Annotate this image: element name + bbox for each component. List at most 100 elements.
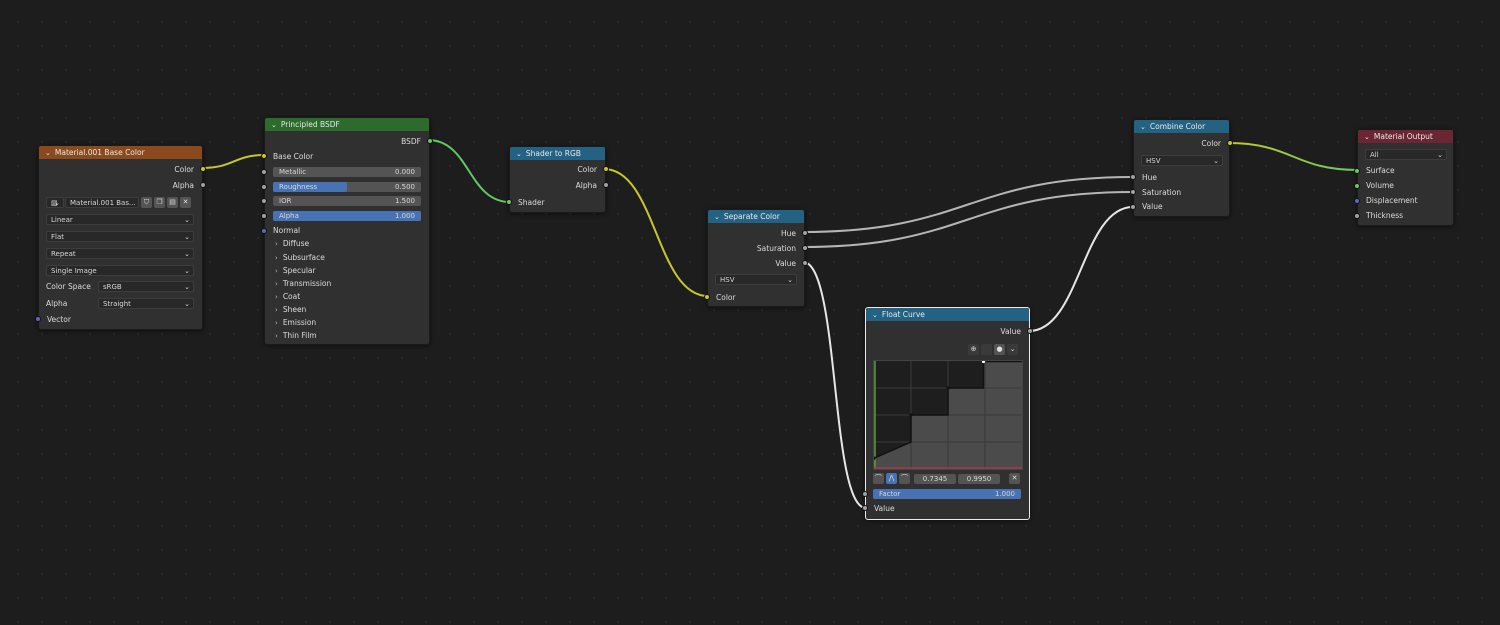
panel-sheen[interactable]: › Sheen xyxy=(275,305,306,314)
curve-graph[interactable] xyxy=(873,360,1023,470)
pack-icon[interactable]: ▤ xyxy=(167,197,178,208)
input-factor-socket[interactable] xyxy=(862,491,868,497)
input-shader-socket[interactable] xyxy=(506,199,512,205)
node-header[interactable]: ⌄ Material.001 Base Color xyxy=(39,146,202,159)
input-value-label: Value xyxy=(1142,202,1163,211)
principled-bsdf-node[interactable]: ⌄ Principled BSDF BSDF Base Color Metalli… xyxy=(261,117,433,345)
point-y-field[interactable]: 0.9950 xyxy=(958,474,1000,484)
curve-control-point[interactable] xyxy=(946,386,950,390)
input-color-socket[interactable] xyxy=(704,294,710,300)
source-dropdown[interactable]: Single Image ⌄ xyxy=(46,265,194,276)
node-header[interactable]: ⌄ Separate Color xyxy=(708,210,804,223)
panel-diffuse[interactable]: › Diffuse xyxy=(275,239,309,248)
auto-clamped-handle-icon[interactable]: ⌒ xyxy=(899,473,910,484)
combine-color-node[interactable]: ⌄ Combine Color Color HSV ⌄ Hue Saturation… xyxy=(1130,119,1233,217)
input-volume-socket[interactable] xyxy=(1354,183,1360,189)
node-header[interactable]: ⌄ Combine Color xyxy=(1134,120,1229,133)
output-color-socket[interactable] xyxy=(1227,140,1233,146)
node-title: Separate Color xyxy=(723,212,780,221)
shader-to-rgb-node[interactable]: ⌄ Shader to RGB Color Alpha Shader xyxy=(506,146,609,213)
output-alpha-socket[interactable] xyxy=(200,182,206,188)
ior-field[interactable]: IOR 1.500 xyxy=(273,196,421,206)
alpha-slider[interactable]: Alpha 1.000 xyxy=(273,211,421,221)
collapse-chevron-icon[interactable]: ⌄ xyxy=(516,148,522,160)
input-saturation-socket[interactable] xyxy=(1130,189,1136,195)
chevron-right-icon: › xyxy=(275,240,278,248)
panel-specular[interactable]: › Specular xyxy=(275,266,316,275)
auto-handle-icon[interactable]: ⌒ xyxy=(873,473,884,484)
node-header[interactable]: ⌄ Material Output xyxy=(1358,130,1453,143)
output-value-socket[interactable] xyxy=(1027,328,1033,334)
material-output-node[interactable]: ⌄ Material Output All ⌄ Surface Volume Dis… xyxy=(1354,129,1454,226)
node-header[interactable]: ⌄ Shader to RGB xyxy=(510,147,605,160)
input-normal-socket[interactable] xyxy=(261,228,267,234)
handle-type-icon[interactable]: ● xyxy=(994,344,1005,355)
curve-control-point[interactable] xyxy=(981,360,986,364)
delete-point-icon[interactable]: ✕ xyxy=(1009,473,1020,484)
node-header[interactable]: ⌄ Float Curve xyxy=(866,308,1029,321)
input-roughness-socket[interactable] xyxy=(261,184,267,190)
close-icon[interactable]: ✕ xyxy=(180,197,191,208)
collapse-chevron-icon[interactable]: ⌄ xyxy=(1140,121,1146,133)
float-curve-node[interactable]: ⌄ Float Curve Value ⊕ ● ⌄ ⌒ ⋀ ⌒ 0.7345 0.… xyxy=(862,307,1033,520)
curve-control-point[interactable] xyxy=(909,413,913,417)
input-hue-socket[interactable] xyxy=(1130,174,1136,180)
image-name-field[interactable]: Material.001 Bas... xyxy=(65,197,139,208)
node-header[interactable]: ⌄ Principled BSDF xyxy=(265,118,429,131)
input-base-color-socket[interactable] xyxy=(261,153,267,159)
node-title: Principled BSDF xyxy=(280,120,340,129)
chevron-down-icon[interactable]: ⌄ xyxy=(1007,344,1018,355)
input-value-socket[interactable] xyxy=(862,505,868,511)
separate-color-node[interactable]: ⌄ Separate Color Hue Saturation Value HSV… xyxy=(704,209,808,307)
output-alpha-socket[interactable] xyxy=(603,182,609,188)
image-texture-node[interactable]: ⌄ Material.001 Base Color Color Alpha ▨ ⌄ … xyxy=(35,145,206,330)
mode-dropdown[interactable]: HSV ⌄ xyxy=(715,274,797,285)
vector-handle-icon[interactable]: ⋀ xyxy=(886,473,897,484)
output-saturation-socket[interactable] xyxy=(802,245,808,251)
input-value-socket[interactable] xyxy=(1130,204,1136,210)
mode-dropdown[interactable]: HSV ⌄ xyxy=(1141,155,1223,166)
output-bsdf-socket[interactable] xyxy=(427,138,433,144)
output-hue-socket[interactable] xyxy=(802,230,808,236)
duplicate-icon[interactable]: ❐ xyxy=(154,197,165,208)
input-thickness-socket[interactable] xyxy=(1354,213,1360,219)
metallic-slider[interactable]: Metallic 0.000 xyxy=(273,167,421,177)
fake-user-shield-icon[interactable]: ⛉ xyxy=(141,197,152,208)
image-browse-button[interactable]: ▨ ⌄ xyxy=(46,197,64,208)
panel-emission[interactable]: › Emission xyxy=(275,318,316,327)
zoom-icon[interactable]: ⊕ xyxy=(968,344,979,355)
input-saturation-label: Saturation xyxy=(1142,188,1182,197)
collapse-chevron-icon[interactable]: ⌄ xyxy=(45,147,51,159)
panel-subsurface[interactable]: › Subsurface xyxy=(275,253,325,262)
input-displacement-socket[interactable] xyxy=(1354,198,1360,204)
input-alpha-socket[interactable] xyxy=(261,213,267,219)
interpolation-dropdown[interactable]: Linear ⌄ xyxy=(46,214,194,225)
input-ior-socket[interactable] xyxy=(261,198,267,204)
input-vector-socket[interactable] xyxy=(35,316,41,322)
panel-coat[interactable]: › Coat xyxy=(275,292,300,301)
factor-slider[interactable]: Factor 1.000 xyxy=(873,489,1021,499)
collapse-chevron-icon[interactable]: ⌄ xyxy=(1364,131,1370,143)
target-dropdown[interactable]: All ⌄ xyxy=(1365,149,1447,160)
collapse-chevron-icon[interactable]: ⌄ xyxy=(872,309,878,321)
input-metallic-socket[interactable] xyxy=(261,169,267,175)
alpha-mode-dropdown[interactable]: Straight ⌄ xyxy=(98,298,194,309)
color-space-dropdown[interactable]: sRGB ⌄ xyxy=(98,281,194,292)
zoom-out-icon[interactable] xyxy=(981,344,992,355)
panel-transmission[interactable]: › Transmission xyxy=(275,279,331,288)
input-hue-label: Hue xyxy=(1142,173,1158,182)
panel-thin-film[interactable]: › Thin Film xyxy=(275,331,317,340)
roughness-slider[interactable]: Roughness 0.500 xyxy=(273,182,421,192)
output-color-socket[interactable] xyxy=(200,166,206,172)
node-title: Material Output xyxy=(1373,132,1433,141)
collapse-chevron-icon[interactable]: ⌄ xyxy=(271,119,277,131)
output-color-socket[interactable] xyxy=(603,166,609,172)
extension-dropdown[interactable]: Repeat ⌄ xyxy=(46,248,194,259)
point-x-field[interactable]: 0.7345 xyxy=(914,474,956,484)
output-value-socket[interactable] xyxy=(802,260,808,266)
input-surface-socket[interactable] xyxy=(1354,168,1360,174)
projection-dropdown[interactable]: Flat ⌄ xyxy=(46,231,194,242)
collapse-chevron-icon[interactable]: ⌄ xyxy=(714,211,720,223)
output-color-label: Color xyxy=(174,165,194,174)
output-value-label: Value xyxy=(775,259,796,268)
